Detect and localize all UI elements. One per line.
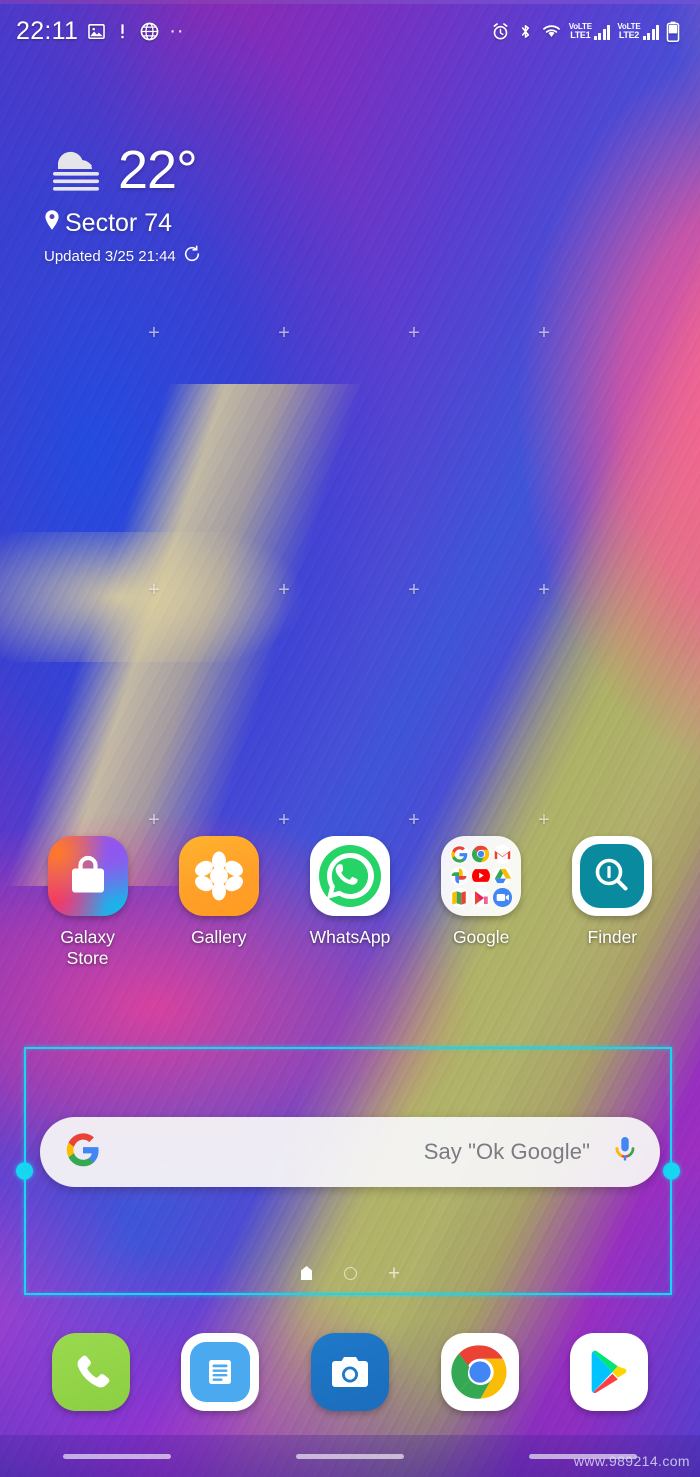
volte1-bottom-label: LTE1	[570, 29, 591, 40]
app-label-google: Google	[452, 927, 510, 947]
chrome-icon[interactable]	[440, 1333, 519, 1411]
weather-updated-text: Updated 3/25 21:44	[44, 247, 176, 265]
google-folder-icon[interactable]	[441, 836, 522, 916]
more-notifications-icon: ··	[169, 20, 185, 42]
app-label-gallery: Gallery	[191, 927, 247, 947]
messages-icon[interactable]	[181, 1333, 260, 1411]
weather-widget[interactable]: 22° Sector 74 Updated 3/25 21:44	[44, 140, 201, 267]
gmail-mini-icon	[493, 845, 513, 864]
grid-marker-r3c2: +	[278, 809, 290, 831]
phone-icon[interactable]	[51, 1333, 130, 1411]
play-movies-mini-icon	[471, 888, 491, 907]
play-store-icon[interactable]	[570, 1333, 649, 1411]
home-button[interactable]	[295, 1453, 404, 1459]
phone-home-screen: 22:11 ·· VoLTE LTE1 VoLTE LTE2 22° Secto…	[0, 0, 700, 1477]
grid-marker-r3c4: +	[538, 809, 550, 831]
app-gallery[interactable]: Gallery	[161, 836, 277, 970]
duo-mini-icon	[493, 888, 513, 907]
app-label-galaxy-store: Galaxy Store	[60, 927, 115, 969]
grid-marker-r2c3: +	[408, 579, 420, 601]
app-google-folder[interactable]: Google	[423, 836, 539, 970]
volte2-icon: VoLTE LTE2	[617, 22, 659, 40]
fog-cloud-icon	[44, 140, 108, 199]
grid-marker-r1c3: +	[408, 322, 420, 344]
grid-marker-r3c1: +	[148, 809, 160, 831]
app-label-finder: Finder	[587, 927, 638, 947]
globe-icon	[139, 21, 160, 42]
microphone-icon[interactable]	[612, 1134, 638, 1171]
image-icon	[87, 22, 106, 41]
recents-button[interactable]	[62, 1453, 171, 1459]
camera-icon[interactable]	[310, 1333, 389, 1411]
bluetooth-icon	[517, 22, 534, 41]
resize-handle-left[interactable]	[16, 1162, 33, 1180]
youtube-mini-icon	[471, 866, 491, 886]
app-label-whatsapp: WhatsApp	[309, 927, 391, 947]
grid-marker-r2c4: +	[538, 579, 550, 601]
volte1-icon: VoLTE LTE1	[569, 22, 611, 40]
watermark: www.989214.com	[573, 1453, 690, 1469]
google-search-mini-icon	[450, 845, 469, 864]
drive-mini-icon	[493, 866, 513, 886]
signal-bars-sim2-icon	[642, 24, 659, 40]
status-bar-clock: 22:11	[16, 16, 79, 45]
grid-marker-r1c4: +	[538, 322, 550, 344]
battery-icon	[666, 21, 680, 42]
grid-marker-r1c2: +	[278, 322, 290, 344]
photos-mini-icon	[450, 866, 469, 886]
galaxy-store-icon[interactable]	[47, 836, 128, 916]
status-bar[interactable]: 22:11 ·· VoLTE LTE1 VoLTE LTE2	[0, 0, 700, 62]
finder-icon[interactable]	[572, 836, 653, 916]
app-whatsapp[interactable]: WhatsApp	[292, 836, 408, 970]
refresh-icon[interactable]	[183, 245, 201, 267]
search-input-placeholder[interactable]: Say "Ok Google"	[424, 1139, 590, 1165]
maps-mini-icon	[450, 888, 469, 907]
whatsapp-icon[interactable]	[309, 836, 390, 916]
volte2-bottom-label: LTE2	[618, 29, 639, 40]
google-search-widget[interactable]: Say "Ok Google"	[40, 1117, 660, 1187]
app-row: Galaxy Store Gallery WhatsApp Google Fin…	[0, 836, 700, 970]
weather-temperature: 22°	[118, 139, 198, 200]
grid-marker-r3c3: +	[408, 809, 420, 831]
weather-location: Sector 74	[65, 209, 173, 237]
app-finder[interactable]: Finder	[554, 836, 670, 970]
google-g-icon[interactable]	[66, 1132, 100, 1172]
dock	[0, 1333, 700, 1411]
grid-marker-r2c1: +	[148, 579, 160, 601]
resize-handle-right[interactable]	[663, 1162, 680, 1180]
grid-marker-r2c2: +	[278, 579, 290, 601]
chrome-mini-icon	[471, 845, 491, 864]
warning-icon	[115, 22, 130, 41]
wifi-icon	[541, 22, 562, 40]
alarm-icon	[491, 22, 510, 41]
app-galaxy-store[interactable]: Galaxy Store	[30, 836, 146, 970]
location-pin-icon	[44, 209, 60, 238]
signal-bars-sim1-icon	[593, 24, 611, 40]
folder-app-grid	[445, 840, 517, 912]
grid-marker-r1c1: +	[148, 322, 160, 344]
gallery-icon[interactable]	[178, 836, 259, 916]
